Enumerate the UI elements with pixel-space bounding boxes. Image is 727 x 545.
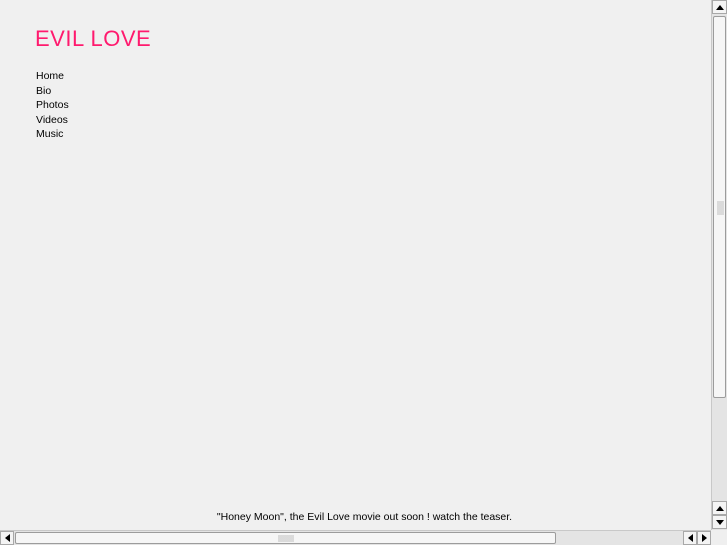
scroll-right-button[interactable]: [697, 531, 711, 545]
scrollbar-corner: [711, 530, 727, 545]
scroll-up-button-bottom[interactable]: [712, 501, 727, 515]
site-title: EVIL LOVE: [35, 26, 152, 51]
arrow-up-icon: [715, 505, 724, 511]
grip-icon: [717, 201, 724, 215]
arrow-up-icon: [715, 4, 724, 10]
arrow-right-icon: [701, 534, 707, 542]
arrow-left-icon: [4, 534, 10, 542]
arrow-left-icon: [687, 534, 693, 542]
scroll-left-button[interactable]: [0, 531, 14, 545]
horizontal-scroll-thumb[interactable]: [15, 532, 556, 544]
nav-item-home[interactable]: Home: [36, 69, 69, 84]
vertical-scroll-thumb[interactable]: [713, 16, 726, 398]
horizontal-scrollbar[interactable]: [0, 530, 711, 545]
scroll-left-button-end[interactable]: [683, 531, 697, 545]
teaser-link[interactable]: "Honey Moon", the Evil Love movie out so…: [0, 511, 727, 523]
scroll-up-button[interactable]: [712, 0, 727, 14]
nav-item-videos[interactable]: Videos: [36, 113, 69, 128]
grip-icon: [278, 535, 294, 542]
nav-item-bio[interactable]: Bio: [36, 84, 69, 99]
nav-item-photos[interactable]: Photos: [36, 98, 69, 113]
arrow-down-icon: [715, 519, 724, 525]
nav-item-music[interactable]: Music: [36, 127, 69, 142]
page-viewport: EVIL LOVE Home Bio Photos Videos Music "…: [0, 0, 711, 530]
scroll-down-button[interactable]: [712, 515, 727, 529]
main-nav: Home Bio Photos Videos Music: [36, 69, 69, 142]
vertical-scrollbar[interactable]: [711, 0, 727, 530]
